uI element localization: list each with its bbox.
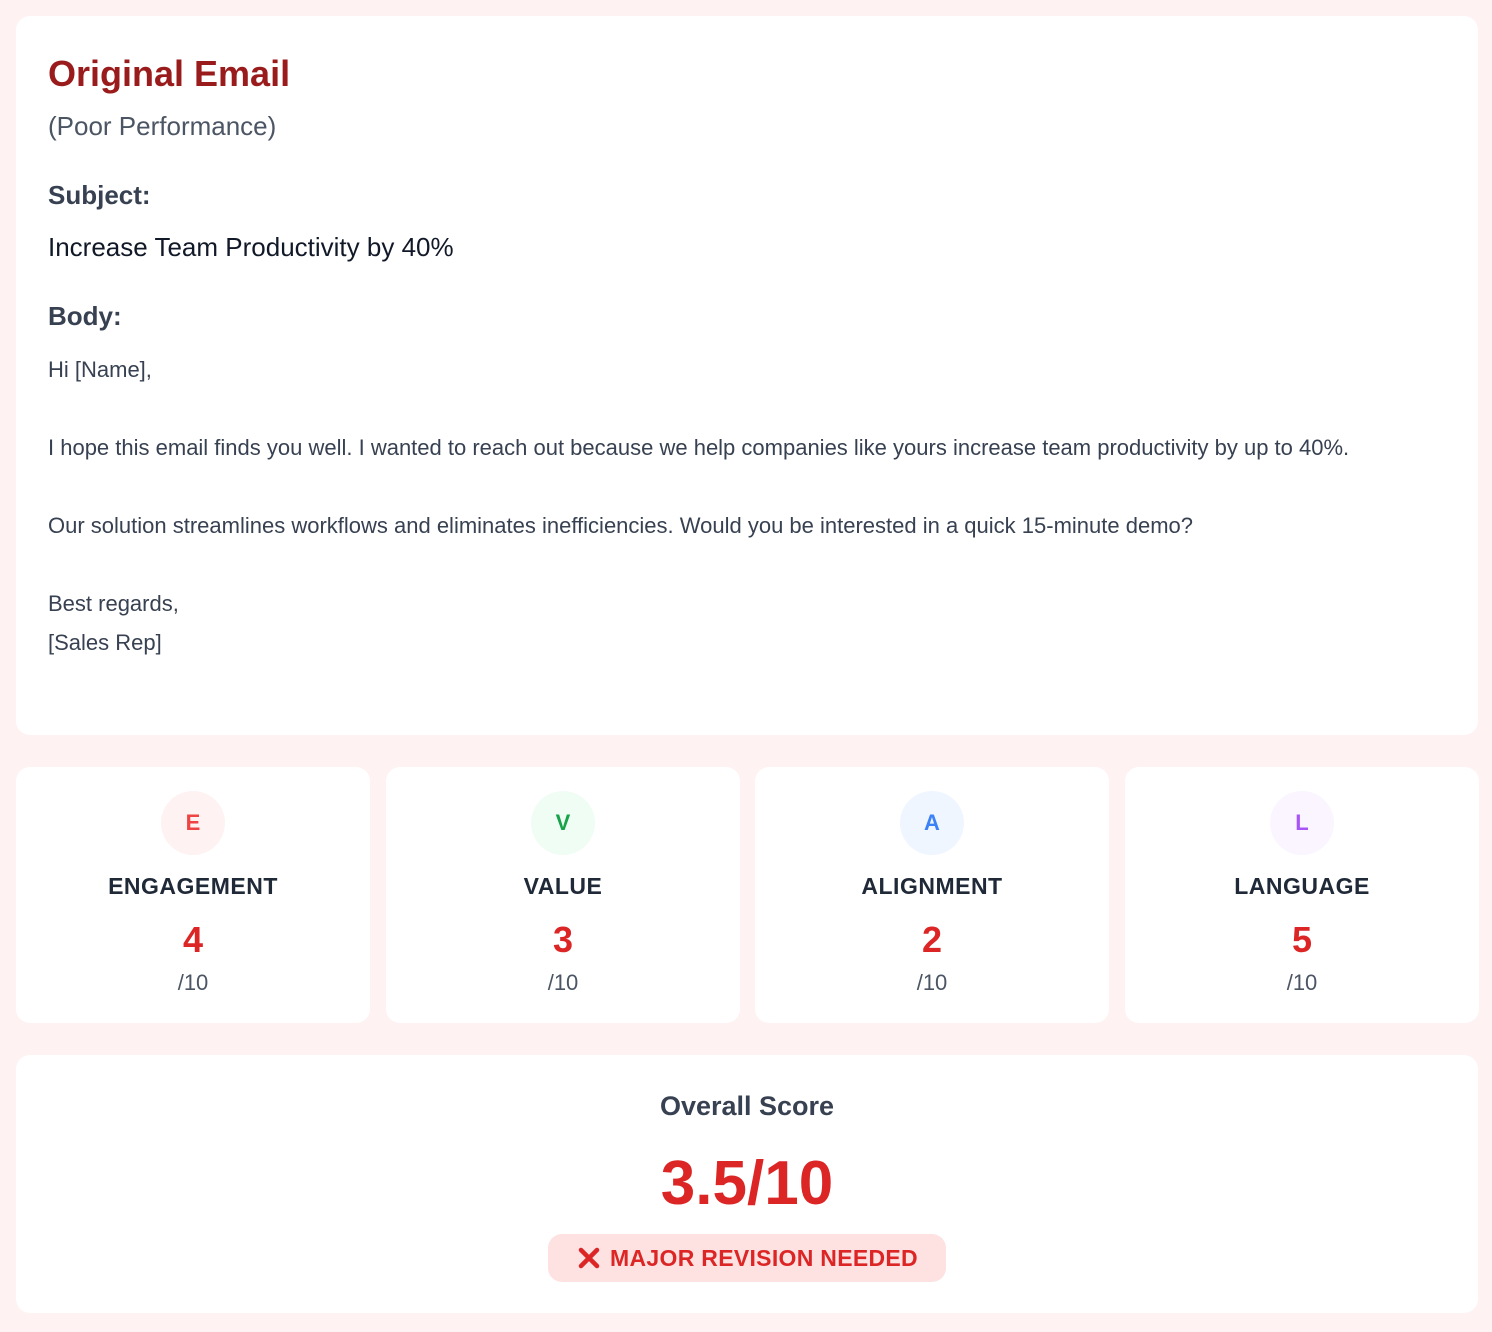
metric-score: 5: [1291, 919, 1313, 960]
body-signoff: Best regards,: [48, 590, 179, 616]
metric-score: 2: [921, 919, 943, 960]
metric-name: ALIGNMENT: [861, 873, 1003, 899]
email-title: Original Email: [48, 53, 291, 94]
metric-max: /10: [1286, 970, 1318, 995]
x-icon: [576, 1245, 602, 1271]
metric-card-engagement: E ENGAGEMENT 4 /10: [16, 767, 370, 1023]
body-greeting: Hi [Name],: [48, 356, 152, 382]
overall-score-value: 3.5/10: [660, 1149, 834, 1218]
email-body: Hi [Name], I hope this email finds you w…: [48, 350, 1446, 662]
body-signature: [Sales Rep]: [48, 629, 162, 655]
body-label: Body:: [48, 300, 122, 331]
status-badge: MAJOR REVISION NEEDED: [548, 1234, 946, 1282]
body-paragraph-1: I hope this email finds you well. I want…: [48, 434, 1350, 460]
metric-card-language: L LANGUAGE 5 /10: [1125, 767, 1479, 1023]
overall-score-label: Overall Score: [659, 1091, 835, 1121]
metric-card-alignment: A ALIGNMENT 2 /10: [755, 767, 1109, 1023]
email-subtitle: (Poor Performance): [48, 111, 277, 142]
email-card: Original Email (Poor Performance) Subjec…: [16, 16, 1478, 735]
metric-name: LANGUAGE: [1234, 873, 1370, 899]
metric-score: 4: [182, 919, 204, 960]
status-text: MAJOR REVISION NEEDED: [610, 1244, 918, 1271]
engagement-badge-icon: E: [161, 791, 225, 855]
value-badge-icon: V: [531, 791, 595, 855]
metric-card-value: V VALUE 3 /10: [386, 767, 740, 1023]
metric-max: /10: [177, 970, 209, 995]
subject-label: Subject:: [48, 180, 151, 211]
metric-max: /10: [916, 970, 948, 995]
body-paragraph-2: Our solution streamlines workflows and e…: [48, 512, 1193, 538]
language-badge-icon: L: [1270, 791, 1334, 855]
alignment-badge-icon: A: [900, 791, 964, 855]
subject-text: Increase Team Productivity by 40%: [48, 231, 454, 262]
metric-max: /10: [547, 970, 579, 995]
metric-name: VALUE: [523, 873, 603, 899]
metric-score: 3: [552, 919, 574, 960]
metric-name: ENGAGEMENT: [108, 873, 278, 899]
overall-score-card: Overall Score 3.5/10 MAJOR REVISION NEED…: [16, 1055, 1478, 1313]
